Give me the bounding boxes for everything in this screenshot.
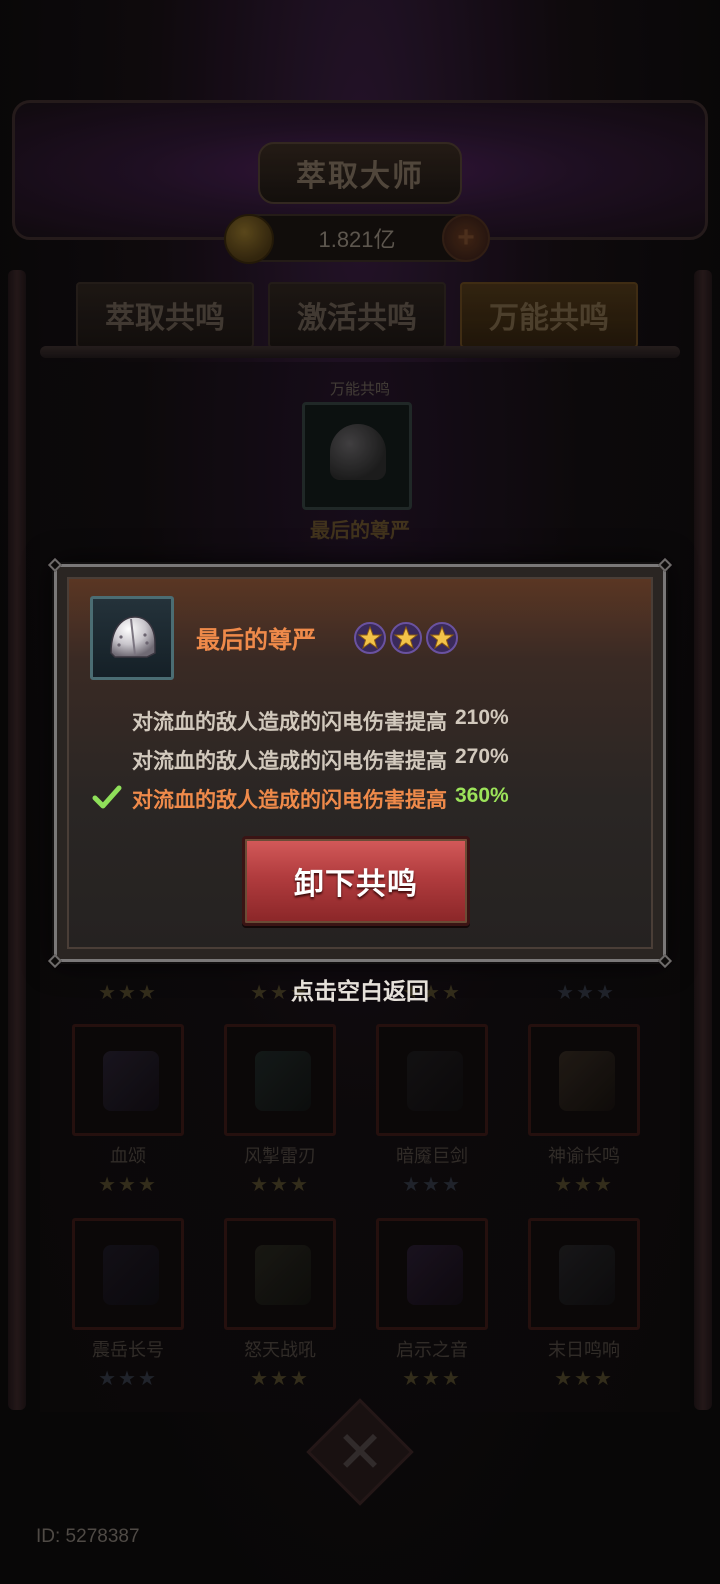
helmet-icon: [110, 616, 156, 658]
tap-to-return-hint: 点击空白返回: [291, 978, 429, 1004]
star-icon: [390, 622, 422, 654]
star-icon: [354, 622, 386, 654]
checkmark-icon: [92, 785, 122, 809]
effect-text: 对流血的敌人造成的闪电伤害提高: [132, 789, 447, 812]
effect-value: 210%: [455, 706, 509, 729]
unequip-resonance-button[interactable]: 卸下共鸣: [242, 836, 470, 926]
effect-text: 对流血的敌人造成的闪电伤害提高: [132, 750, 447, 773]
effect-row: 对流血的敌人造成的闪电伤害提高 270%: [132, 745, 509, 775]
effect-value: 270%: [455, 745, 509, 768]
effect-row: 对流血的敌人造成的闪电伤害提高 210%: [132, 706, 509, 736]
star-icon: [426, 622, 458, 654]
effect-value: 360%: [455, 784, 509, 807]
popup-item-name: 最后的尊严: [196, 627, 316, 654]
item-icon-frame: [90, 596, 174, 680]
rarity-stars: [354, 622, 458, 654]
effect-row-active: 对流血的敌人造成的闪电伤害提高 360%: [132, 784, 509, 814]
effect-text: 对流血的敌人造成的闪电伤害提高: [132, 711, 447, 734]
unequip-button-label: 卸下共鸣: [294, 868, 418, 901]
